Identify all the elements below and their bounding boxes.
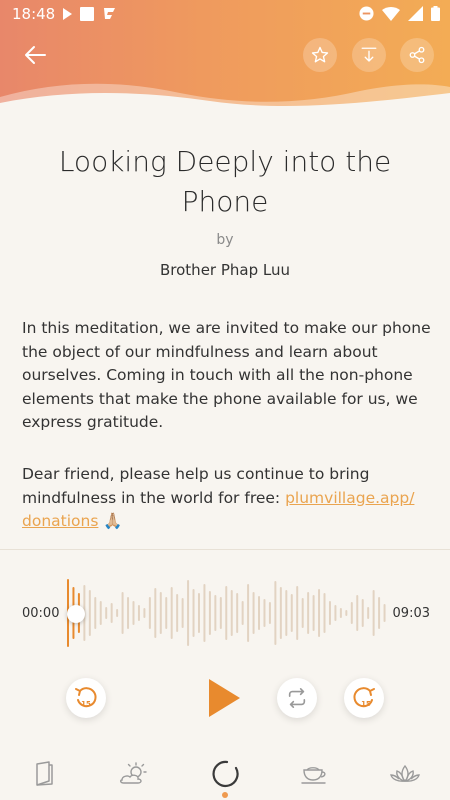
- divider: [0, 549, 450, 550]
- wifi-icon: [382, 6, 400, 21]
- total-time: 09:03: [392, 606, 430, 621]
- play-button[interactable]: [200, 672, 248, 724]
- signal-icon: [408, 6, 423, 21]
- battery-icon: [431, 6, 440, 21]
- meditation-title: Looking Deeply into the Phone: [58, 145, 392, 218]
- current-time: 00:00: [22, 606, 60, 621]
- praying-hands-icon: 🙏🏼: [103, 512, 123, 530]
- active-tab-indicator: [222, 792, 228, 798]
- lotus-icon: [390, 764, 420, 782]
- header: 18:48: [0, 0, 450, 115]
- nav-sangha[interactable]: [388, 758, 422, 790]
- play-icon: [209, 679, 240, 717]
- arrow-left-icon: [25, 46, 46, 64]
- nav-daily[interactable]: [117, 758, 151, 790]
- audio-waveform-scrubber[interactable]: [64, 568, 386, 658]
- header-wave: [0, 83, 450, 115]
- app-icon: [104, 8, 115, 19]
- rewind-label: 15: [81, 700, 91, 708]
- sun-cloud-icon: [120, 762, 147, 784]
- star-icon: [311, 46, 329, 63]
- repeat-icon: [288, 688, 306, 708]
- book-icon: [36, 761, 53, 786]
- forward-icon: 15: [353, 687, 375, 708]
- repeat-button[interactable]: [277, 678, 317, 718]
- square-icon: [80, 7, 94, 21]
- tea-cup-icon: [301, 767, 326, 784]
- status-bar: 18:48: [0, 0, 450, 28]
- author-name: Brother Phap Luu: [160, 261, 290, 279]
- download-button[interactable]: [352, 38, 386, 72]
- nav-tea[interactable]: [298, 758, 332, 790]
- share-icon: [409, 46, 425, 64]
- nav-meditate[interactable]: [208, 758, 242, 790]
- enso-circle-icon: [212, 760, 239, 788]
- forward-15-button[interactable]: 15: [344, 678, 384, 718]
- rewind-icon: 15: [75, 687, 97, 708]
- by-label: by: [216, 232, 234, 248]
- status-time: 18:48: [12, 5, 56, 23]
- play-icon: [63, 8, 72, 20]
- meditation-description: In this meditation, we are invited to ma…: [22, 319, 431, 431]
- nav-library[interactable]: [27, 758, 61, 790]
- donation-appeal: Dear friend, please help us continue to …: [22, 463, 432, 534]
- rewind-15-button[interactable]: 15: [66, 678, 106, 718]
- back-button[interactable]: [18, 40, 52, 70]
- share-button[interactable]: [400, 38, 434, 72]
- scrubber-handle[interactable]: [67, 605, 85, 623]
- forward-label: 15: [361, 700, 371, 708]
- favorite-button[interactable]: [303, 38, 337, 72]
- dnd-icon: [359, 6, 374, 21]
- download-icon: [361, 47, 377, 62]
